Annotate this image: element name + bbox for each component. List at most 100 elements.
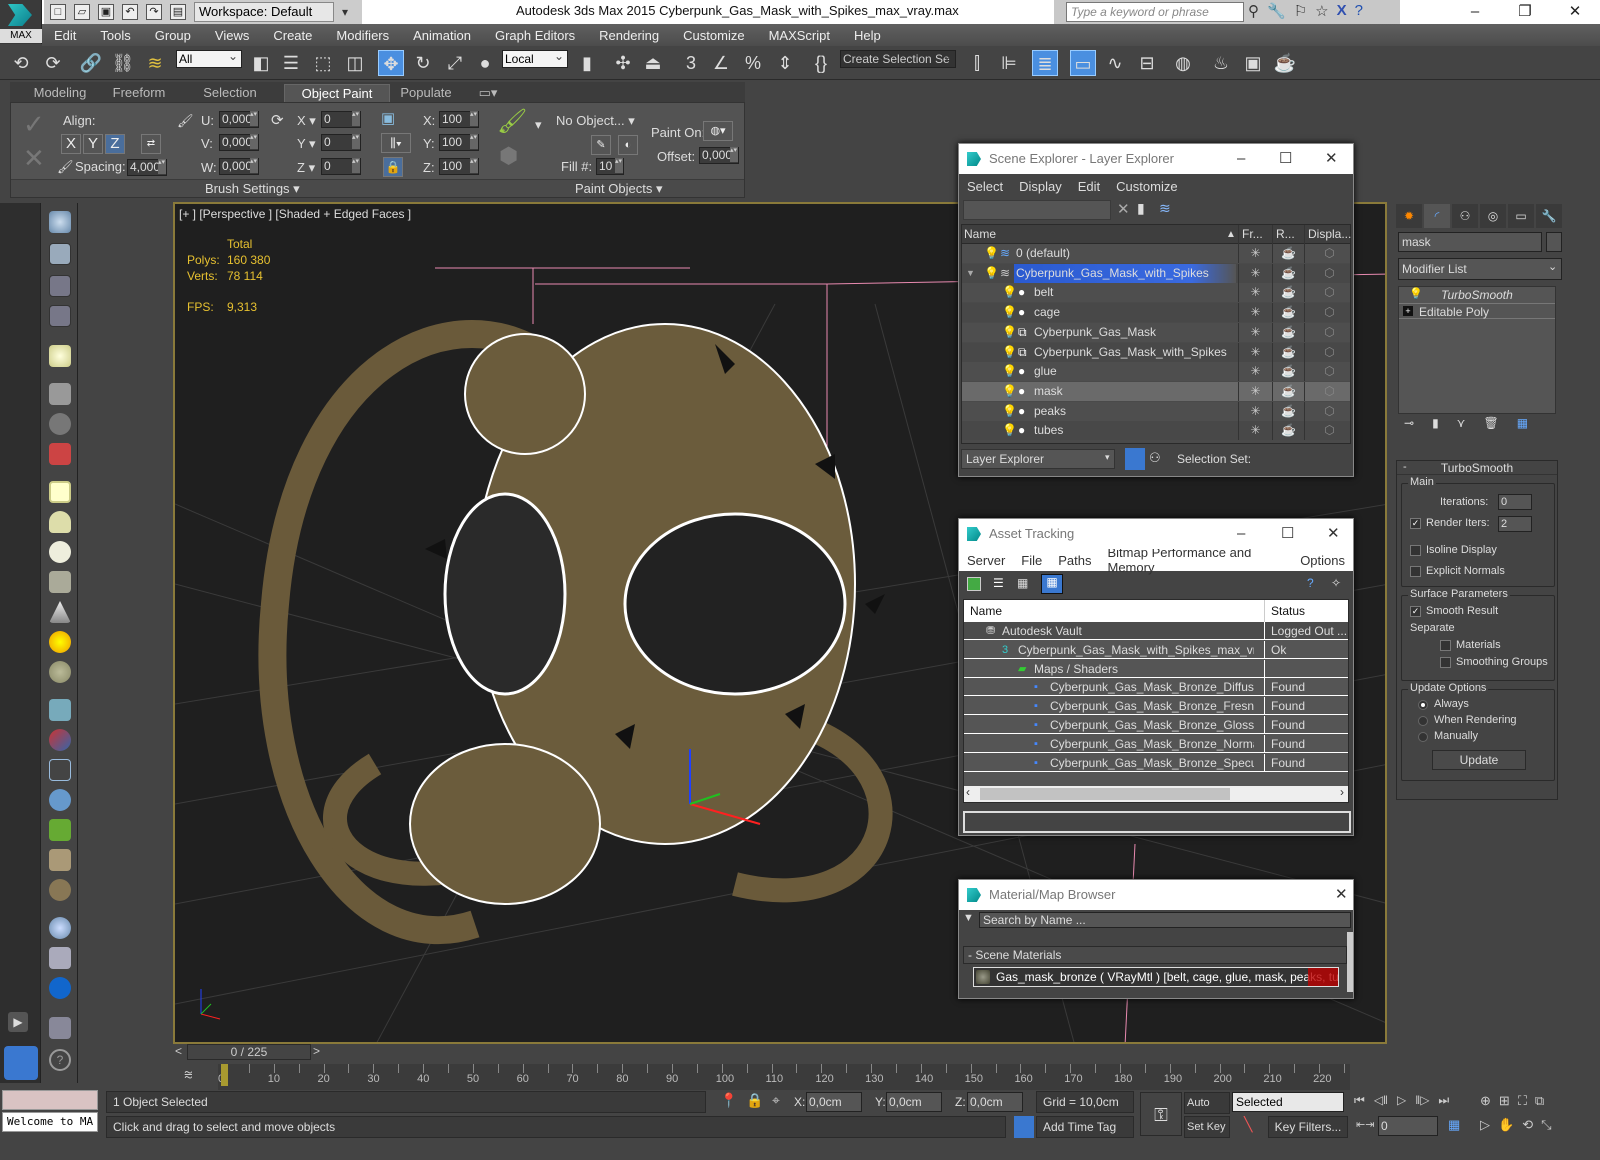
x-coord-field[interactable]: 0,0cm bbox=[806, 1092, 862, 1112]
accept-check-icon[interactable]: ✓ bbox=[23, 109, 45, 140]
key-icon[interactable]: 🔧 bbox=[1267, 2, 1286, 20]
help-icon[interactable]: ? bbox=[1355, 2, 1363, 20]
rollout-header[interactable]: - TurboSmooth bbox=[1397, 461, 1557, 475]
menu-views[interactable]: Views bbox=[203, 28, 261, 43]
v-spinner[interactable]: 0,000 bbox=[219, 134, 259, 151]
hierarchy-tab-icon[interactable]: ⚇ bbox=[1452, 204, 1478, 228]
paint-brush-icon[interactable]: 🖌 bbox=[497, 107, 527, 136]
pick-objects-icon[interactable]: ✎ bbox=[591, 135, 611, 155]
absolute-relative-mode-icon[interactable]: ⌖ bbox=[772, 1092, 780, 1109]
clear-find-icon[interactable]: ✕ bbox=[1117, 200, 1130, 218]
viewport-label-menu[interactable]: [+ ] [Perspective ] [Shaded + Edged Face… bbox=[179, 207, 411, 221]
cancel-x-icon[interactable]: ✕ bbox=[23, 143, 45, 174]
material-sphere-icon[interactable] bbox=[49, 917, 71, 939]
align-icon[interactable]: ⊫ bbox=[996, 50, 1022, 76]
isoline-display-checkbox[interactable] bbox=[1410, 545, 1421, 556]
asset-row[interactable]: ▰ Maps / Shaders bbox=[964, 659, 1348, 678]
restore-button[interactable]: ❐ bbox=[1500, 0, 1550, 24]
no-object-dropdown[interactable]: No Object... ▾ bbox=[556, 113, 635, 129]
binoculars-icon[interactable]: ⚲ bbox=[1248, 2, 1259, 20]
vray-proxy-icon[interactable] bbox=[49, 699, 71, 721]
scene-explorer-icon[interactable]: ▭ bbox=[1070, 50, 1096, 76]
track-bar[interactable]: 0102030405060708090100110120130140150160… bbox=[218, 1064, 1350, 1090]
u-spinner[interactable]: 0,000 bbox=[219, 111, 259, 128]
select-and-place-icon[interactable]: ● bbox=[472, 50, 498, 76]
rotate-x-label[interactable]: X ▾ bbox=[297, 113, 316, 129]
rotate-z-label[interactable]: Z ▾ bbox=[297, 160, 315, 176]
auto-key-button[interactable]: Auto Key bbox=[1184, 1092, 1230, 1129]
expand-plus-icon[interactable]: + bbox=[1403, 306, 1413, 316]
col-name[interactable]: Name bbox=[970, 600, 1002, 622]
bind-space-warp-icon[interactable]: ≋ bbox=[142, 50, 168, 76]
qat-customize-icon[interactable]: ▾ bbox=[342, 5, 348, 19]
menu-rendering[interactable]: Rendering bbox=[587, 28, 671, 43]
render-frame-icon[interactable] bbox=[49, 243, 71, 265]
default-tangent-icon[interactable]: ╲ bbox=[1244, 1116, 1252, 1133]
material-item[interactable]: Gas_mask_bronze ( VRayMtl ) [belt, cage,… bbox=[973, 967, 1339, 987]
render-iters-spinner[interactable]: 2 bbox=[1498, 516, 1532, 532]
sphere-light-icon[interactable] bbox=[49, 541, 71, 563]
menu-animation[interactable]: Animation bbox=[401, 28, 483, 43]
pan-view-icon[interactable]: ✋ bbox=[1498, 1117, 1514, 1133]
layer-mode-icon[interactable] bbox=[1125, 448, 1145, 470]
tab-object-paint[interactable]: Object Paint bbox=[284, 84, 390, 102]
pivot-center-icon[interactable]: ▮ bbox=[574, 50, 600, 76]
scale-x-spinner[interactable]: 100 bbox=[439, 111, 479, 128]
iterations-spinner[interactable]: 0 bbox=[1498, 494, 1532, 510]
select-and-rotate-icon[interactable]: ↻ bbox=[410, 50, 436, 76]
renderable-teapot-icon[interactable]: ☕ bbox=[1272, 421, 1304, 441]
freeze-icon[interactable]: ✳ bbox=[1238, 322, 1272, 342]
field-of-view-icon[interactable]: ▷ bbox=[1480, 1117, 1490, 1133]
col-status[interactable]: Status bbox=[1264, 600, 1305, 622]
maximize-button[interactable]: ☐ bbox=[1281, 519, 1294, 549]
align-label[interactable]: Align: bbox=[63, 113, 96, 128]
minimize-button[interactable]: – bbox=[1450, 0, 1500, 24]
select-and-scale-icon[interactable]: ⤢ bbox=[442, 50, 468, 76]
fur-icon[interactable] bbox=[49, 759, 71, 781]
remove-modifier-icon[interactable]: 🗑 bbox=[1483, 416, 1498, 436]
materials-checkbox[interactable] bbox=[1440, 640, 1451, 651]
update-when-rendering-radio[interactable] bbox=[1418, 716, 1428, 726]
asset-row[interactable]: ▪ Cyberpunk_Gas_Mask_Bronze_Specular... Fo… bbox=[964, 753, 1348, 772]
table-view-icon[interactable]: ▦ bbox=[1041, 574, 1063, 594]
next-frame-icon[interactable]: ‖▷ bbox=[1415, 1093, 1429, 1108]
renderable-teapot-icon[interactable]: ☕ bbox=[1272, 362, 1304, 382]
tree-view-icon[interactable]: ▦ bbox=[1017, 576, 1028, 590]
scene-explorer-titlebar[interactable]: Scene Explorer - Layer Explorer – ☐ ✕ bbox=[959, 144, 1353, 174]
utilities-tab-icon[interactable]: 🔧 bbox=[1536, 204, 1562, 228]
rendered-frame-window-icon[interactable]: ▣ bbox=[1240, 50, 1266, 76]
close-button[interactable]: ✕ bbox=[1327, 519, 1340, 549]
maximize-button[interactable]: ☐ bbox=[1279, 144, 1292, 174]
smooth-result-checkbox[interactable]: ✓ bbox=[1410, 606, 1421, 617]
spacing-spinner[interactable]: 4,000 bbox=[127, 159, 167, 176]
display-box-icon[interactable]: ⬡ bbox=[1304, 283, 1354, 303]
scene-materials-group[interactable]: - Scene Materials bbox=[963, 946, 1347, 964]
workspace-dropdown[interactable]: Workspace: Default bbox=[194, 2, 334, 22]
orbit-icon[interactable]: ⟲ bbox=[1522, 1117, 1533, 1133]
menu-file[interactable]: File bbox=[1013, 553, 1050, 568]
material-converter-icon[interactable] bbox=[49, 947, 71, 969]
set-key-button[interactable]: Set Key bbox=[1184, 1116, 1230, 1138]
exchange-icon[interactable]: X bbox=[1337, 2, 1347, 20]
area-light-icon[interactable] bbox=[49, 481, 71, 503]
tab-modeling[interactable]: Modeling bbox=[20, 84, 100, 102]
render-setup-icon[interactable]: ♨ bbox=[1208, 50, 1234, 76]
menu-tools[interactable]: Tools bbox=[88, 28, 142, 43]
light-lister-icon[interactable] bbox=[49, 345, 71, 367]
visibility-bulb-icon[interactable]: 💡 bbox=[1002, 323, 1017, 342]
visibility-bulb-icon[interactable]: 💡 bbox=[1002, 402, 1017, 421]
asset-path-field[interactable] bbox=[963, 811, 1351, 833]
menu-edit[interactable]: Edit bbox=[1070, 179, 1108, 194]
list-view-icon[interactable]: ☰ bbox=[993, 576, 1004, 590]
tab-populate[interactable]: Populate bbox=[394, 84, 458, 102]
grass-icon[interactable] bbox=[49, 819, 71, 841]
browser-options-icon[interactable]: ▼ bbox=[963, 912, 974, 924]
paint-dropdown-arrow[interactable]: ▾ bbox=[535, 117, 542, 133]
mini-curve-editor-icon[interactable]: ⩬ bbox=[184, 1066, 193, 1083]
menu-maxscript[interactable]: MAXScript bbox=[757, 28, 842, 43]
curve-editor-icon[interactable]: ∿ bbox=[1102, 50, 1128, 76]
keyboard-shortcut-override-icon[interactable]: ⏏ bbox=[640, 50, 666, 76]
align-x-button[interactable]: X bbox=[61, 134, 81, 154]
align-swap-icon[interactable]: ⇄ bbox=[141, 134, 161, 154]
refresh-icon[interactable] bbox=[967, 577, 981, 591]
